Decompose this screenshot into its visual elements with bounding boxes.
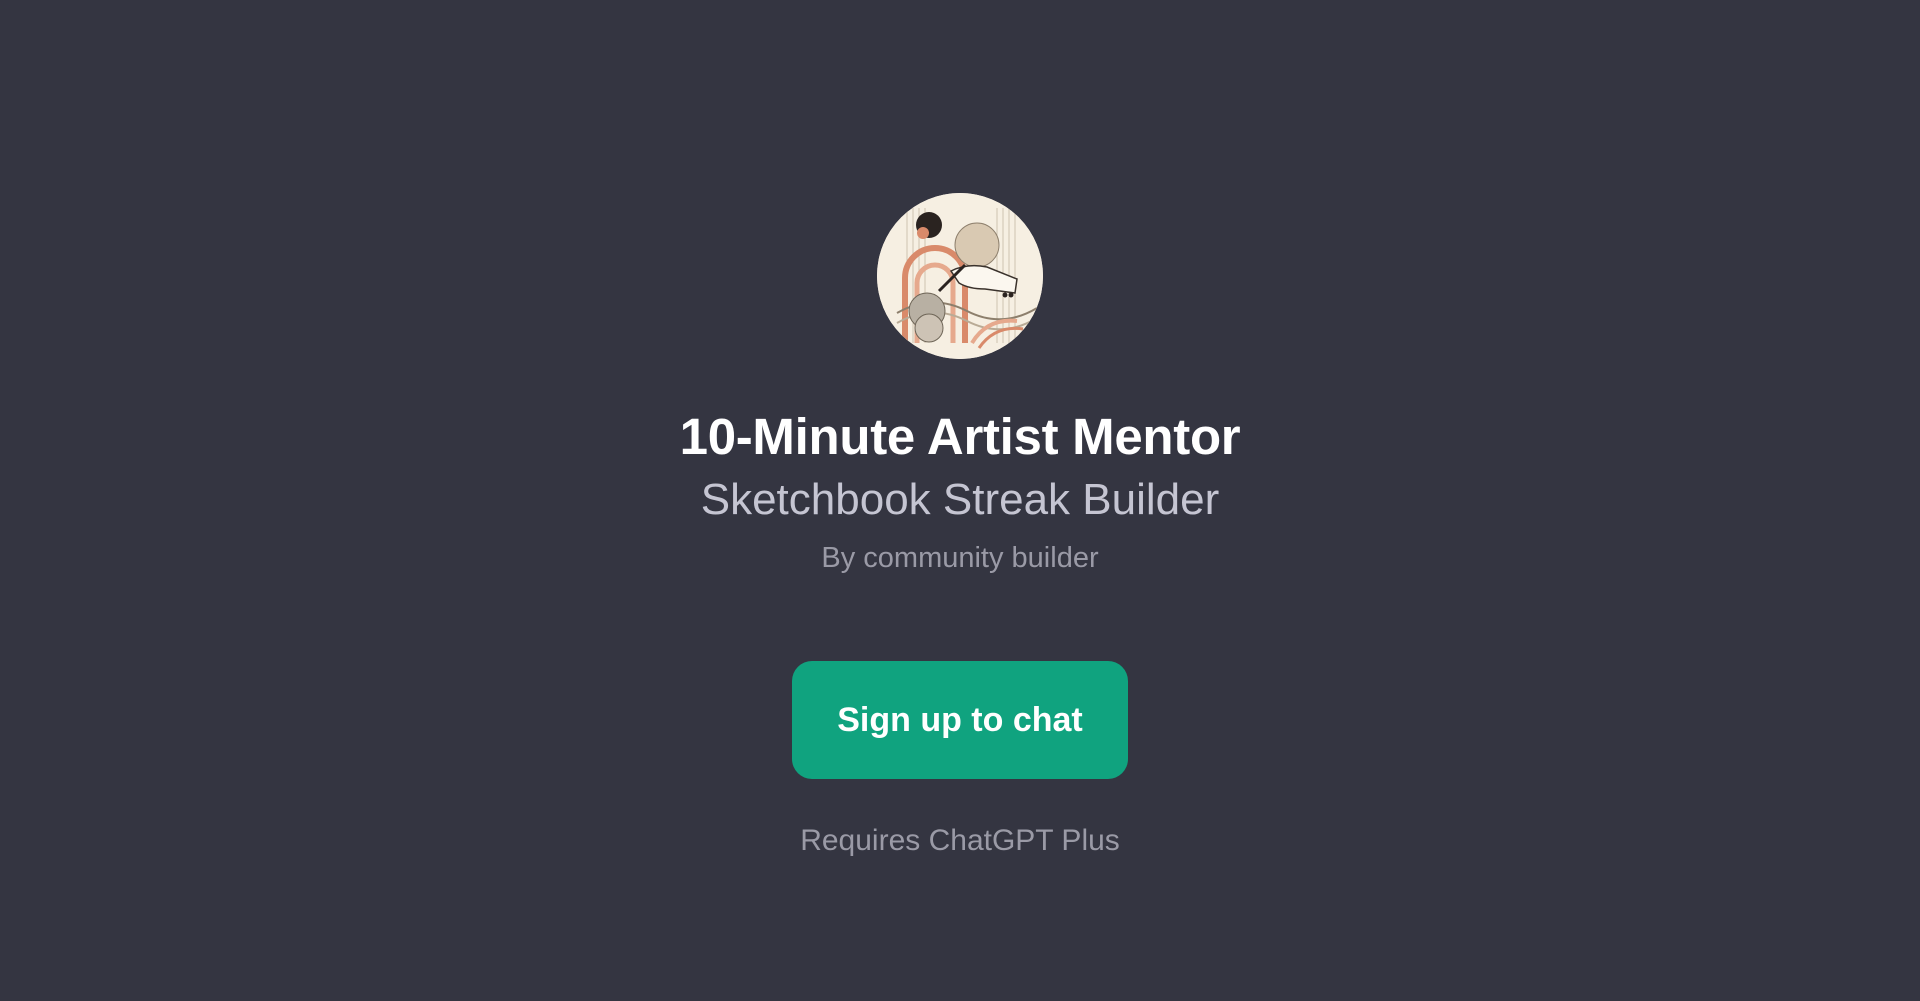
sign-up-button[interactable]: Sign up to chat xyxy=(792,661,1128,779)
gpt-subtitle: Sketchbook Streak Builder xyxy=(700,475,1220,524)
sketch-hand-illustration-icon xyxy=(877,193,1043,359)
gpt-landing: 10-Minute Artist Mentor Sketchbook Strea… xyxy=(0,0,1920,1001)
sign-up-button-label: Sign up to chat xyxy=(837,700,1083,739)
gpt-byline: By community builder xyxy=(821,542,1099,574)
gpt-title: 10-Minute Artist Mentor xyxy=(679,408,1241,465)
requires-plus-note: Requires ChatGPT Plus xyxy=(800,824,1120,857)
gpt-avatar-icon xyxy=(877,193,1043,359)
